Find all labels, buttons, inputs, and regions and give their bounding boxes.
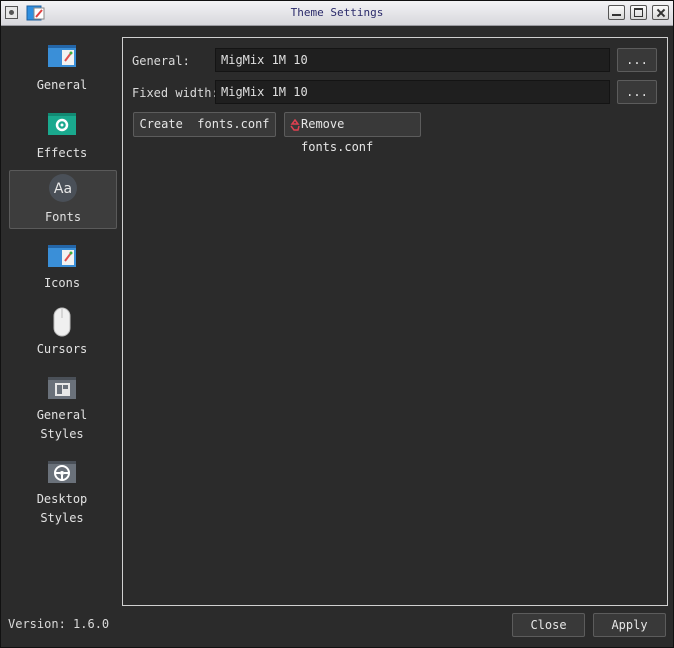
- title-bar[interactable]: Theme Settings: [1, 1, 673, 26]
- remove-fonts-conf-label: Remove fonts.conf: [301, 117, 374, 154]
- svg-text:Aa: Aa: [54, 181, 72, 197]
- sidebar-item-general-styles[interactable]: General Styles: [9, 367, 115, 443]
- sidebar-item-general[interactable]: General: [9, 35, 115, 97]
- sidebar-item-icons[interactable]: Icons: [9, 235, 115, 297]
- remove-fonts-conf-button[interactable]: Remove fonts.conf: [284, 112, 421, 154]
- mouse-icon: [53, 307, 71, 337]
- create-fonts-conf-button[interactable]: Create fonts.conf: [133, 112, 276, 137]
- general-font-label: General:: [132, 54, 190, 68]
- recycle-icon: [290, 119, 300, 131]
- apply-button[interactable]: Apply: [593, 613, 666, 637]
- fixed-width-font-label: Fixed width:: [132, 86, 219, 100]
- fonts-panel: General: MigMix 1M 10 ... Fixed width: M…: [122, 37, 668, 606]
- minimize-button[interactable]: [608, 5, 625, 20]
- general-font-field[interactable]: MigMix 1M 10: [215, 48, 610, 72]
- fixed-width-font-field[interactable]: MigMix 1M 10: [215, 80, 610, 104]
- font-aa-icon: Aa: [49, 174, 77, 202]
- maximize-button[interactable]: [630, 5, 647, 20]
- sidebar-item-label: General: [36, 78, 88, 92]
- sidebar-item-label: Cursors: [36, 342, 88, 356]
- sidebar-item-label: Fonts: [44, 210, 82, 224]
- window-title: Theme Settings: [290, 6, 384, 19]
- fixed-width-font-browse-button[interactable]: ...: [617, 80, 657, 104]
- gear-window-icon: [48, 113, 76, 135]
- sidebar-item-label-line1: Desktop: [36, 492, 88, 506]
- layout-window-icon: [48, 377, 76, 399]
- close-button[interactable]: Close: [512, 613, 585, 637]
- sidebar-item-label-line1: General: [36, 408, 88, 422]
- sidebar-item-label: Icons: [43, 276, 81, 290]
- sidebar-item-label-line2: Styles: [40, 427, 84, 441]
- sidebar-item-label: Effects: [36, 146, 88, 160]
- general-font-browse-button[interactable]: ...: [617, 48, 657, 72]
- version-label: Version: 1.6.0: [8, 617, 110, 631]
- steering-wheel-icon: [48, 461, 76, 483]
- sidebar-item-cursors[interactable]: Cursors: [9, 301, 115, 363]
- window-brush-icon: [48, 245, 76, 267]
- close-window-button[interactable]: [652, 5, 669, 20]
- sidebar-item-desktop-styles[interactable]: Desktop Styles: [9, 451, 115, 529]
- window-brush-icon: [48, 45, 76, 67]
- sidebar-item-label-line2: Styles: [40, 511, 84, 525]
- category-sidebar: General Effects Aa Fonts Icons Cursors G…: [7, 35, 119, 555]
- sidebar-item-fonts[interactable]: Aa Fonts: [9, 170, 117, 229]
- theme-settings-window: Theme Settings General Effects Aa Fonts …: [0, 0, 674, 648]
- sidebar-item-effects[interactable]: Effects: [9, 103, 115, 165]
